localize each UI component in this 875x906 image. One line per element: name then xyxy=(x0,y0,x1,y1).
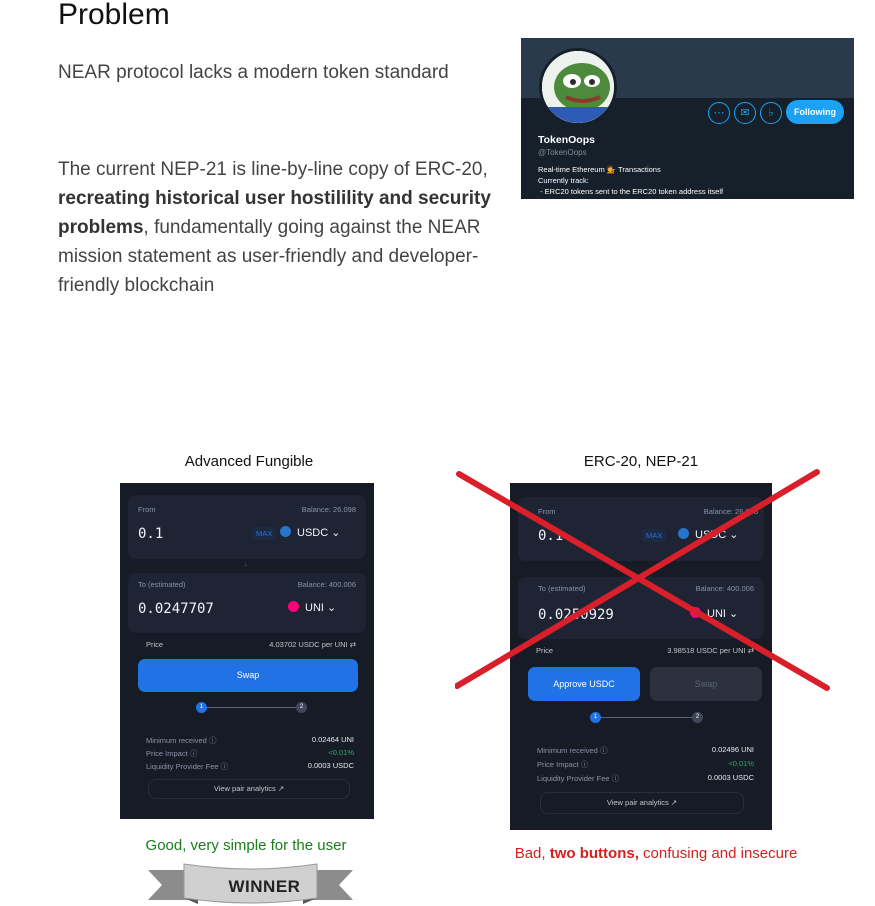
bad-caption-bold: two buttons, xyxy=(549,845,639,862)
max-button[interactable]: MAX xyxy=(252,527,277,540)
swap-rate-icon[interactable]: ⇄ xyxy=(350,640,356,649)
lp-fee-value: 0.0003 USDC xyxy=(307,761,354,770)
min-received-text: Minimum received xyxy=(537,746,598,755)
red-cross-icon xyxy=(455,469,830,691)
from-balance: Balance: 26.098 xyxy=(301,505,356,514)
profile-bio: Real-time Ethereum 💁 Transactions Current… xyxy=(538,164,723,197)
bell-icon[interactable]: ♭ xyxy=(760,102,782,124)
bio-line: Currently track: xyxy=(538,176,589,185)
mail-icon[interactable]: ✉ xyxy=(734,102,756,124)
from-token-label: USDC xyxy=(297,527,329,539)
good-caption: Good, very simple for the user xyxy=(145,837,347,854)
chevron-down-icon: ⌄ xyxy=(327,602,337,614)
min-received-label: Minimum received ⓘ xyxy=(146,735,216,746)
following-button[interactable]: Following xyxy=(786,100,844,124)
help-icon[interactable]: ⓘ xyxy=(612,774,620,783)
page-title: Problem xyxy=(58,0,170,31)
bad-caption-part2: confusing and insecure xyxy=(638,845,798,862)
arrow-down-icon[interactable]: ↓ xyxy=(244,559,248,568)
min-received-label: Minimum received ⓘ xyxy=(537,745,607,756)
help-icon[interactable]: ⓘ xyxy=(221,762,229,771)
twitter-profile-card: ⋯ ✉ ♭ Following TokenOops @TokenOops Rea… xyxy=(521,38,854,199)
bad-caption: Bad, two buttons, confusing and insecure xyxy=(486,845,826,862)
step-line xyxy=(202,707,300,708)
price-impact-text: Price Impact xyxy=(537,760,579,769)
price-value-text: 4.03702 USDC per UNI xyxy=(269,640,348,649)
step-1-dot: 1 xyxy=(196,702,207,713)
more-icon[interactable]: ⋯ xyxy=(708,102,730,124)
subtitle: NEAR protocol lacks a modern token stand… xyxy=(58,62,449,83)
step-line xyxy=(596,717,696,718)
price-label: Price xyxy=(146,640,164,649)
from-card: From Balance: 26.098 0.1 MAX USDC ⌄ xyxy=(128,495,366,559)
bio-line: - ERC20 tokens sent to the ERC20 token a… xyxy=(538,187,724,196)
help-icon[interactable]: ⓘ xyxy=(600,746,608,755)
problem-paragraph: The current NEP-21 is line-by-line copy … xyxy=(58,155,508,300)
bad-caption-part1: Bad, xyxy=(514,845,550,862)
usdc-icon xyxy=(280,526,291,537)
lp-fee-label: Liquidity Provider Fee ⓘ xyxy=(537,773,619,784)
price-value: 4.03702 USDC per UNI ⇄ xyxy=(269,640,356,649)
lp-fee-text: Liquidity Provider Fee xyxy=(146,762,219,771)
bio-line: Real-time Ethereum 💁 Transactions xyxy=(538,165,661,174)
lp-fee-text: Liquidity Provider Fee xyxy=(537,774,610,783)
price-impact-text: Price Impact xyxy=(146,749,188,758)
to-card: To (estimated) Balance: 400.006 0.024770… xyxy=(128,573,366,633)
to-token-select[interactable]: UNI ⌄ xyxy=(288,601,336,614)
min-received-value: 0.02496 UNI xyxy=(711,745,754,754)
view-pair-analytics-link[interactable]: View pair analytics ↗ xyxy=(148,779,350,799)
help-icon[interactable]: ⓘ xyxy=(209,736,217,745)
left-swap-panel: From Balance: 26.098 0.1 MAX USDC ⌄ ↓ To… xyxy=(120,483,374,819)
from-amount-input[interactable]: 0.1 xyxy=(138,526,163,542)
uni-icon xyxy=(288,601,299,612)
to-amount-input[interactable]: 0.0247707 xyxy=(138,601,214,617)
help-icon[interactable]: ⓘ xyxy=(190,749,198,758)
lp-fee-label: Liquidity Provider Fee ⓘ xyxy=(146,761,228,772)
min-received-text: Minimum received xyxy=(146,736,207,745)
price-impact-label: Price Impact ⓘ xyxy=(537,759,588,770)
profile-name: TokenOops xyxy=(538,134,595,146)
min-received-value: 0.02464 UNI xyxy=(311,735,354,744)
swap-button[interactable]: Swap xyxy=(138,659,358,692)
step-2-dot: 2 xyxy=(296,702,307,713)
profile-handle: @TokenOops xyxy=(538,148,587,157)
paragraph-part1: The current NEP-21 is line-by-line copy … xyxy=(58,159,488,180)
step-1-dot: 1 xyxy=(590,712,601,723)
help-icon[interactable]: ⓘ xyxy=(581,760,589,769)
price-impact-value: <0.01% xyxy=(728,759,754,768)
from-token-select[interactable]: USDC ⌄ xyxy=(280,526,340,539)
price-impact-label: Price Impact ⓘ xyxy=(146,748,197,759)
to-token-label: UNI xyxy=(305,602,324,614)
to-label: To (estimated) xyxy=(138,580,186,589)
to-balance: Balance: 400.006 xyxy=(297,580,356,589)
winner-label: WINNER xyxy=(228,877,301,896)
avatar xyxy=(539,48,617,126)
from-label: From xyxy=(138,505,156,514)
view-pair-analytics-link[interactable]: View pair analytics ↗ xyxy=(540,792,744,814)
chevron-down-icon: ⌄ xyxy=(331,527,341,539)
left-panel-label: Advanced Fungible xyxy=(184,453,314,470)
lp-fee-value: 0.0003 USDC xyxy=(707,773,754,782)
price-impact-value: <0.01% xyxy=(328,748,354,757)
step-2-dot: 2 xyxy=(692,712,703,723)
